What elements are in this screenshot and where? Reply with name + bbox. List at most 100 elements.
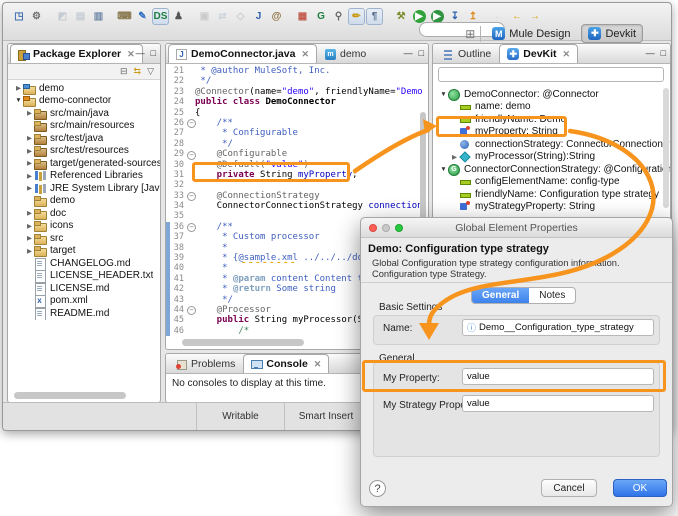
fold-marker-icon[interactable] xyxy=(186,326,195,336)
my-strategy-property-field[interactable]: value xyxy=(462,395,654,412)
devkit-tree-item[interactable]: name: demo xyxy=(433,101,670,114)
maximize-icon[interactable]: □ xyxy=(151,47,156,59)
cancel-button[interactable]: Cancel xyxy=(541,479,597,497)
maximize-icon[interactable]: □ xyxy=(661,47,666,59)
toolbar-button[interactable]: ⚒ xyxy=(392,8,409,25)
expand-arrow-icon[interactable] xyxy=(450,153,459,161)
expand-arrow-icon[interactable] xyxy=(14,84,23,92)
tree-item[interactable]: target xyxy=(8,245,160,258)
collapse-all-icon[interactable]: ⊟ xyxy=(120,66,128,77)
toolbar-button[interactable]: ▣ xyxy=(196,8,213,25)
code-line[interactable]: 26 /** xyxy=(166,118,428,128)
toolbar-button[interactable] xyxy=(108,8,115,25)
tree-item[interactable]: target/generated-sources/mule xyxy=(8,157,160,170)
tree-item[interactable]: src/test/resources xyxy=(8,145,160,158)
fold-marker-icon[interactable] xyxy=(186,295,195,305)
fold-marker-icon[interactable] xyxy=(186,263,195,273)
close-icon[interactable]: ✕ xyxy=(314,359,322,370)
devkit-tree-item[interactable]: connectionStrategy: ConnectorConnectionS… xyxy=(433,138,670,151)
code-line[interactable]: 21 * @author MuleSoft, Inc. xyxy=(166,66,428,76)
expand-arrow-icon[interactable] xyxy=(25,247,34,255)
toolbar-button[interactable] xyxy=(384,8,391,25)
mule-design-perspective-button[interactable]: M Mule Design xyxy=(486,25,576,42)
name-field[interactable]: ⓘ Demo__Configuration_type_strategy xyxy=(462,319,654,336)
horizontal-scrollbar[interactable] xyxy=(14,392,126,399)
fold-marker-icon[interactable] xyxy=(186,222,195,232)
tree-item[interactable]: src xyxy=(8,232,160,245)
expand-arrow-icon[interactable] xyxy=(25,234,34,242)
tree-item[interactable]: CHANGELOG.md xyxy=(8,257,160,270)
expand-arrow-icon[interactable] xyxy=(439,166,448,173)
tree-item[interactable]: demo xyxy=(8,82,160,95)
devkit-tree-item[interactable]: ConnectorConnectionStrategy: @Configurat… xyxy=(433,163,670,176)
fold-marker-icon[interactable] xyxy=(186,128,195,138)
ok-button[interactable]: OK xyxy=(613,479,667,497)
fold-marker-icon[interactable] xyxy=(186,118,195,128)
toolbar-button[interactable]: ✎ xyxy=(134,8,151,25)
devkit-perspective-button[interactable]: ✚ Devkit xyxy=(581,24,643,43)
toolbar-button[interactable]: ⚲ xyxy=(330,8,347,25)
help-button[interactable]: ? xyxy=(369,480,386,497)
expand-arrow-icon[interactable] xyxy=(25,109,34,117)
fold-marker-icon[interactable] xyxy=(186,284,195,294)
toolbar-button[interactable] xyxy=(46,8,53,25)
tree-item[interactable]: LICENSE.md xyxy=(8,282,160,295)
devkit-tree-item[interactable]: DemoConnector: @Connector xyxy=(433,88,670,101)
fold-marker-icon[interactable] xyxy=(186,201,195,211)
devkit-tree-item[interactable]: myStrategyProperty: String xyxy=(433,201,670,214)
fold-marker-icon[interactable] xyxy=(186,191,195,201)
devkit-filter-input[interactable] xyxy=(438,67,664,82)
toolbar-button[interactable]: J xyxy=(250,8,267,25)
tab-demo[interactable]: m demo xyxy=(317,44,374,63)
close-icon[interactable]: ✕ xyxy=(563,49,571,60)
view-menu-icon[interactable]: ▽ xyxy=(147,66,154,77)
devkit-tree-item[interactable]: myProcessor(String):String xyxy=(433,151,670,164)
toolbar-button[interactable]: ▦ xyxy=(294,8,311,25)
tree-item[interactable]: icons xyxy=(8,220,160,233)
code-line[interactable]: 28 */ xyxy=(166,139,428,149)
tree-item[interactable]: demo xyxy=(8,195,160,208)
tree-item[interactable]: demo-connector xyxy=(8,95,160,108)
toolbar-button[interactable]: ← xyxy=(508,8,525,25)
code-line[interactable]: 22 */ xyxy=(166,76,428,86)
link-with-editor-icon[interactable]: ⇆ xyxy=(134,66,142,77)
close-window-icon[interactable] xyxy=(369,224,377,232)
tab-democonnector-java[interactable]: J DemoConnector.java ✕ xyxy=(168,44,317,63)
tree-item[interactable]: src/test/java xyxy=(8,132,160,145)
tab-package-explorer[interactable]: Package Explorer ✕ xyxy=(10,44,143,63)
fold-marker-icon[interactable] xyxy=(186,87,195,97)
code-line[interactable]: 24 public class DemoConnector xyxy=(166,97,428,107)
minimize-icon[interactable]: — xyxy=(136,47,145,59)
tree-item[interactable]: README.md xyxy=(8,307,160,320)
horizontal-scrollbar[interactable] xyxy=(182,339,304,346)
fold-marker-icon[interactable] xyxy=(186,253,195,263)
expand-arrow-icon[interactable] xyxy=(25,172,34,180)
fold-marker-icon[interactable] xyxy=(186,243,195,253)
fold-marker-icon[interactable] xyxy=(186,305,195,315)
code-line[interactable]: 25 { xyxy=(166,108,428,118)
tree-item[interactable]: pom.xml xyxy=(8,295,160,308)
fold-marker-icon[interactable] xyxy=(186,232,195,242)
tab-general[interactable]: General xyxy=(472,288,529,303)
tree-item[interactable]: doc xyxy=(8,207,160,220)
tab-notes[interactable]: Notes xyxy=(529,288,575,303)
tree-item[interactable]: src/main/resources xyxy=(8,120,160,133)
expand-arrow-icon[interactable] xyxy=(25,222,34,230)
expand-arrow-icon[interactable] xyxy=(25,184,34,192)
minimize-window-icon[interactable] xyxy=(382,224,390,232)
tab-console[interactable]: Console ✕ xyxy=(243,354,329,373)
tree-item[interactable]: Referenced Libraries xyxy=(8,170,160,183)
close-icon[interactable]: ✕ xyxy=(127,49,135,60)
fold-marker-icon[interactable] xyxy=(186,66,195,76)
toolbar-button[interactable]: ⇄ xyxy=(214,8,231,25)
devkit-tree-item[interactable]: configElementName: config-type xyxy=(433,176,670,189)
minimize-icon[interactable]: — xyxy=(404,47,413,59)
toolbar-button[interactable]: ✏ xyxy=(348,8,365,25)
fold-marker-icon[interactable] xyxy=(186,274,195,284)
fold-marker-icon[interactable] xyxy=(186,76,195,86)
toolbar-button[interactable]: → xyxy=(526,8,543,25)
close-icon[interactable]: ✕ xyxy=(301,49,309,60)
expand-arrow-icon[interactable] xyxy=(14,97,23,104)
zoom-window-icon[interactable] xyxy=(395,224,403,232)
maximize-icon[interactable]: □ xyxy=(419,47,424,59)
